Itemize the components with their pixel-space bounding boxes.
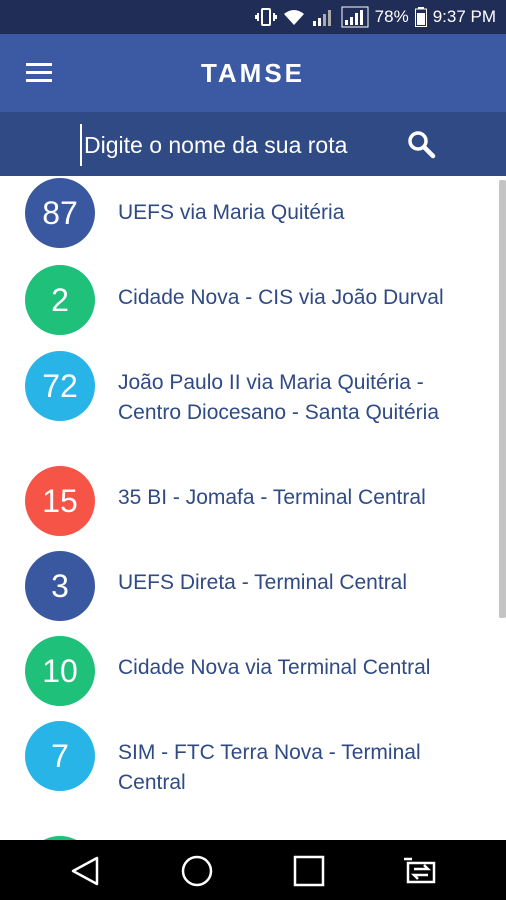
- hamburger-icon[interactable]: [24, 60, 54, 86]
- signal-2g-icon: [311, 7, 335, 27]
- route-name: 35 BI - Jomafa - Terminal Central: [118, 486, 426, 509]
- route-item[interactable]: 15 35 BI - Jomafa - Terminal Central: [0, 461, 496, 546]
- signal-3g-icon: [341, 6, 369, 28]
- route-item[interactable]: 2 Cidade Nova - CIS via João Durval: [0, 261, 496, 346]
- route-number-badge: 2: [25, 265, 95, 335]
- search-icon[interactable]: [406, 129, 436, 159]
- route-name: UEFS via Maria Quitéria: [118, 201, 345, 224]
- app-title: TAMSE: [200, 57, 306, 88]
- route-number-badge: 10: [25, 636, 95, 706]
- search-bar: [0, 112, 506, 176]
- vibrate-icon: [254, 7, 277, 27]
- route-item[interactable]: 10 Cidade Nova via Terminal Central: [0, 631, 496, 716]
- route-number-badge: 7: [25, 721, 95, 791]
- route-name: João Paulo II via Maria Quitéria - Centr…: [118, 371, 439, 424]
- navigation-bar: [0, 840, 506, 900]
- back-triangle-icon[interactable]: [68, 854, 102, 888]
- route-item[interactable]: 87 UEFS via Maria Quitéria: [0, 176, 496, 261]
- route-number-badge: 72: [25, 351, 95, 421]
- route-name: UEFS Direta - Terminal Central: [118, 571, 408, 594]
- search-input[interactable]: [80, 124, 396, 166]
- home-circle-icon[interactable]: [180, 854, 214, 888]
- switch-app-icon[interactable]: [402, 854, 440, 888]
- status-bar: 78% 9:37 PM: [0, 0, 506, 34]
- battery-icon: [414, 7, 427, 27]
- route-item[interactable]: 72 João Paulo II via Maria Quitéria - Ce…: [0, 346, 496, 461]
- battery-level: 78%: [374, 7, 409, 26]
- clock-time: 9:37 PM: [432, 7, 496, 26]
- wifi-icon: [283, 8, 305, 26]
- route-number-badge: 15: [25, 466, 95, 536]
- route-number-badge: 3: [25, 551, 95, 621]
- route-item[interactable]: 7 SIM - FTC Terra Nova - Terminal Centra…: [0, 716, 496, 831]
- route-item[interactable]: [0, 831, 496, 840]
- scrollbar[interactable]: [499, 180, 506, 618]
- route-name: Cidade Nova via Terminal Central: [118, 656, 431, 679]
- route-name: SIM - FTC Terra Nova - Terminal Central: [118, 741, 421, 794]
- recents-square-icon[interactable]: [292, 854, 326, 888]
- app-bar: TAMSE: [0, 34, 506, 112]
- route-number-badge: 87: [25, 178, 95, 248]
- route-name: Cidade Nova - CIS via João Durval: [118, 286, 444, 309]
- route-item[interactable]: 3 UEFS Direta - Terminal Central: [0, 546, 496, 631]
- route-list: 87 UEFS via Maria Quitéria 2 Cidade Nova…: [0, 176, 506, 840]
